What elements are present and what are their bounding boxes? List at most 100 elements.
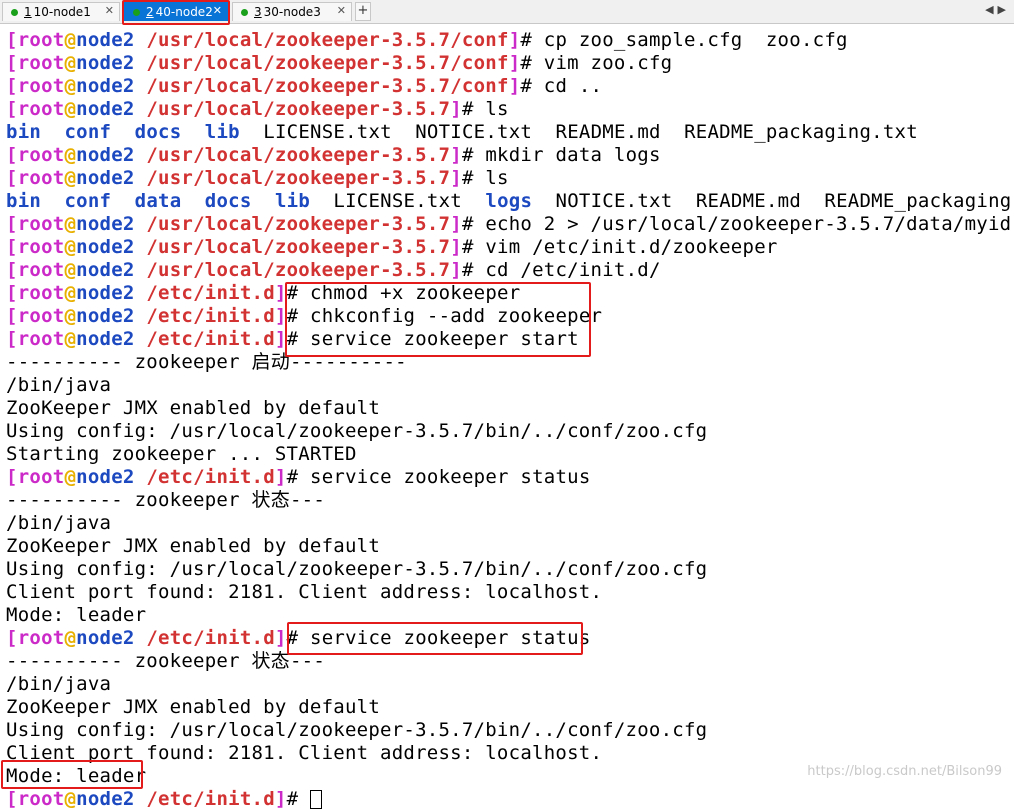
output-text: Client port found: 2181. Client address:… [6,581,603,603]
output-line: Using config: /usr/local/zookeeper-3.5.7… [6,719,1010,742]
command-text: vim /etc/init.d/zookeeper [485,236,778,258]
command-text: cd .. [543,75,603,97]
cursor-icon [310,790,323,809]
output-text: ZooKeeper JMX enabled by default [6,535,381,557]
file-entry: LICENSE.txt [333,190,462,212]
file-entry: LICENSE.txt [263,121,392,143]
output-line: ZooKeeper JMX enabled by default [6,397,1010,420]
prompt-at: @ [64,98,77,120]
prompt-at: @ [64,236,77,258]
tab-scroll-arrows-icon[interactable]: ◀▶ [985,3,1010,16]
prompt-host: node2 [76,167,135,189]
close-icon[interactable]: ✕ [337,4,346,17]
command-text: mkdir data logs [485,144,661,166]
output-text: ---------- zookeeper 状态--- [6,489,326,511]
command-text: echo 2 > /usr/local/zookeeper-3.5.7/data… [485,213,1012,235]
prompt-bracket: ] [450,213,462,235]
prompt-user: root [17,236,65,258]
directory-entry: bin [6,190,42,212]
command-text: service zookeeper status [310,466,591,488]
close-icon[interactable]: ✕ [105,4,114,17]
output-line: /bin/java [6,512,1010,535]
prompt-bracket: ] [508,29,521,51]
separator [392,121,415,143]
prompt-path: /usr/local/zookeeper-3.5.7 [146,98,451,120]
output-line: /bin/java [6,673,1010,696]
prompt-bracket: ] [274,788,287,810]
terminal-output[interactable]: [root@node2 /usr/local/zookeeper-3.5.7/c… [6,29,1014,811]
output-line: /bin/java [6,374,1010,397]
prompt-symbol: # [461,236,486,258]
prompt-line: [root@node2 /etc/init.d]# service zookee… [6,466,1010,489]
current-prompt-line[interactable]: [root@node2 /etc/init.d]# [6,788,1010,811]
separator [181,190,204,212]
prompt-bracket: ] [450,167,462,189]
prompt-path: /etc/init.d [146,282,275,304]
command-text: vim zoo.cfg [543,52,673,74]
prompt-host: node2 [76,144,135,166]
prompt-line: [root@node2 /usr/local/zookeeper-3.5.7]#… [6,259,1010,282]
prompt-host: node2 [76,282,135,304]
prompt-symbol: # [520,75,544,97]
file-entry: README.md [695,190,802,212]
prompt-user: root [17,29,65,51]
prompt-symbol: # [461,167,486,189]
prompt-bracket: [ [6,788,18,810]
separator [252,190,275,212]
prompt-at: @ [64,144,77,166]
directory-entry: lib [274,190,311,212]
prompt-user: root [17,282,65,304]
prompt-path: /usr/local/zookeeper-3.5.7/conf [146,52,509,74]
prompt-user: root [17,259,65,281]
tab-number: 1 [24,5,32,19]
add-tab-button[interactable]: + [355,2,371,21]
output-line: Using config: /usr/local/zookeeper-3.5.7… [6,558,1010,581]
ls-output-line: bin conf docs lib LICENSE.txt NOTICE.txt… [6,121,1010,144]
prompt-host: node2 [76,259,135,281]
command-text: ls [485,98,509,120]
prompt-bracket: ] [450,144,462,166]
output-text: Mode: leader [6,604,147,626]
file-entry: README_packaging.txt [824,190,1014,212]
prompt-line: [root@node2 /usr/local/zookeeper-3.5.7/c… [6,29,1010,52]
prompt-at: @ [64,75,77,97]
output-text: ZooKeeper JMX enabled by default [6,397,381,419]
tab-node1[interactable]: 1 10-node1 ✕ [2,2,120,21]
prompt-path: /etc/init.d [146,788,275,810]
status-dot-icon [241,8,248,16]
prompt-path: /usr/local/zookeeper-3.5.7 [146,236,451,258]
prompt-symbol: # [461,259,486,281]
command-text: cp zoo_sample.cfg zoo.cfg [543,29,848,51]
prompt-bracket: ] [274,466,287,488]
separator [532,190,555,212]
prompt-bracket: [ [6,213,18,235]
directory-entry: docs [134,121,182,143]
output-text: Using config: /usr/local/zookeeper-3.5.7… [6,420,708,442]
separator [661,121,684,143]
separator [672,190,695,212]
output-line: ---------- zookeeper 状态--- [6,489,1010,512]
tab-node3[interactable]: 3 30-node3 ✕ [232,2,352,21]
separator [41,121,64,143]
prompt-bracket: ] [450,259,462,281]
prompt-user: root [17,466,65,488]
prompt-user: root [17,75,65,97]
output-text: Using config: /usr/local/zookeeper-3.5.7… [6,558,708,580]
prompt-host: node2 [76,29,135,51]
prompt-bracket: ] [450,236,462,258]
prompt-host: node2 [76,75,135,97]
prompt-line: [root@node2 /usr/local/zookeeper-3.5.7]#… [6,167,1010,190]
prompt-at: @ [64,282,77,304]
prompt-user: root [17,213,65,235]
prompt-user: root [17,52,65,74]
prompt-symbol: # [286,466,311,488]
file-entry: NOTICE.txt [415,121,533,143]
highlight-box-mode-leader [1,760,143,789]
separator [111,121,134,143]
